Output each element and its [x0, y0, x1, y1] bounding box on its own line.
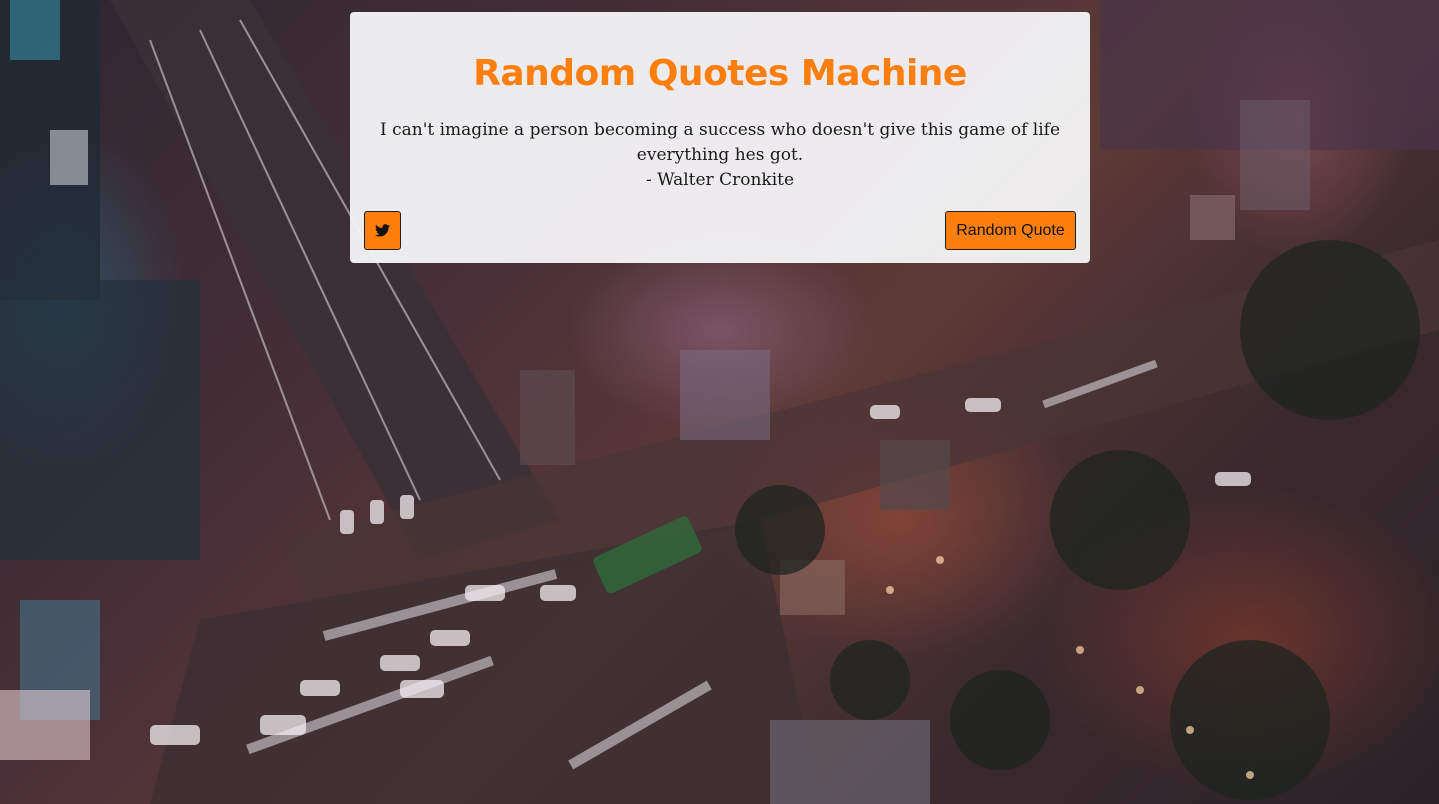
quote-card: Random Quotes Machine I can't imagine a …	[350, 12, 1090, 263]
twitter-icon	[375, 224, 390, 237]
quote-author: - Walter Cronkite	[645, 170, 795, 190]
quote-text: I can't imagine a person becoming a succ…	[379, 120, 1061, 165]
random-quote-button[interactable]: Random Quote	[945, 211, 1076, 250]
page-title: Random Quotes Machine	[473, 53, 967, 94]
tweet-button[interactable]	[364, 211, 401, 250]
